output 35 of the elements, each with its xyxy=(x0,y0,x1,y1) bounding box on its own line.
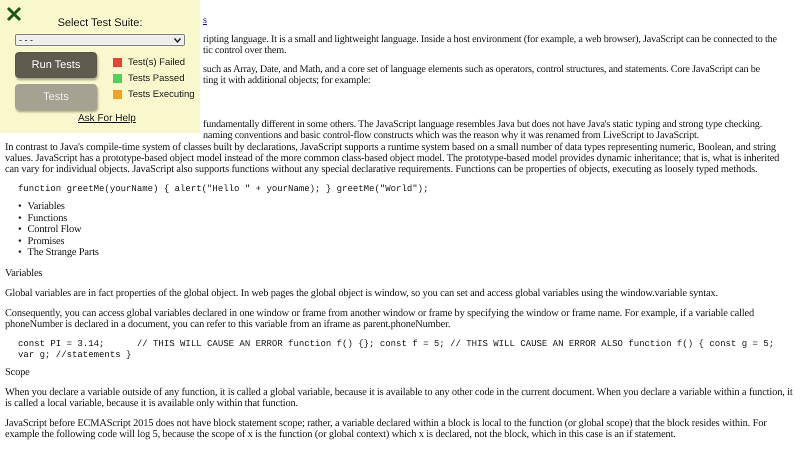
paragraph: Global variables are in fact properties of the global object. In web pages the global object is window, so you can set and access global variables using the window.variable syntax. xyxy=(5,288,719,298)
close-icon[interactable] xyxy=(6,6,22,22)
legend-label: Tests Executing xyxy=(128,88,195,100)
paragraph-line: ting it with additional objects; for example: xyxy=(203,75,372,86)
nav-link[interactable]: s xyxy=(203,15,207,26)
bullet-marker: • xyxy=(18,247,22,258)
list-item[interactable]: Variables xyxy=(28,201,65,212)
bullet-marker: • xyxy=(18,212,22,224)
code-text: function greetMe(yourName) { alert("Hello " + yourName); } greetMe("World"); xyxy=(18,184,430,195)
list-item[interactable]: Promises xyxy=(28,236,64,247)
paragraph-line: naming conventions and basic control-flow constructs which was the reason why it was renamed from LiveScript to JavaScript. xyxy=(203,130,700,142)
code-text: const PI = 3.14; // THIS WILL CAUSE AN ERROR function f() {}; const f = 5; // THIS WILL CAUSE AN ERROR ALSO function f() { const g = 5; var g; //statements } xyxy=(18,338,776,360)
run-tests-button[interactable]: Run Tests xyxy=(15,52,97,78)
help-link[interactable]: Ask For Help xyxy=(78,113,136,124)
bullet-marker: • xyxy=(18,201,22,212)
paragraph: JavaScript before ECMAScript 2015 does not have block statement scope; rather, a variable declared within a block is local to the function (or global scope) that the block resides within. For example the following code will log 5, because the scope of x is the function (or global context) which x is declared, not the block, which in this case is an if statement. xyxy=(5,418,768,440)
list-item[interactable]: The Strange Parts xyxy=(28,247,99,258)
paragraph: Consequently, you can access global variables declared in one window or frame from another window or frame by specifying the window or frame name. For example, if a variable called phoneNumber is declared in a document, you can refer to this variable from an iframe as parent.phoneNumber. xyxy=(5,308,756,330)
panel-title: Select Test Suite: xyxy=(56,17,144,29)
list-item[interactable]: Functions xyxy=(28,212,68,224)
bullet-marker: • xyxy=(18,236,22,247)
legend-label: Test(s) Failed xyxy=(128,56,186,68)
section-heading: Variables xyxy=(5,268,44,278)
paragraph: When you declare a variable outside of any function, it is called a global variable, because it is available to any other code in the current document. When you declare a variable within a function, it is called a local variable, because it is available only within that function. xyxy=(5,386,794,408)
paragraph-line: ripting language. It is a small and lightweight language. Inside a host environment (for example, a web browser), JavaScript can be connected to the xyxy=(203,34,778,45)
legend-label: Tests Passed xyxy=(128,72,184,84)
suite-select[interactable]: - - - xyxy=(15,34,185,46)
paragraph-line: such as Array, Date, and Math, and a core set of language elements such as operators, control structures, and statements. Core JavaScript can be xyxy=(203,64,761,75)
section-heading: Scope xyxy=(5,366,31,378)
paragraph-line: tic control over them. xyxy=(203,45,288,56)
paragraph: In contrast to Java's compile-time system of classes built by declarations, JavaScript supports a runtime system based on a small number of data types representing numeric, Boolean, and string values. JavaScript has a prototype-based object model instead of the more common class-based object model. The prototype-based model provides dynamic inheritance; that is, what is inherited can vary for individual objects. JavaScript also supports functions without any special declarative requirements. Functions can be properties of objects, executing as loosely typed methods. xyxy=(5,142,780,175)
bullet-marker: • xyxy=(18,224,22,236)
chevron-down-icon xyxy=(174,38,181,42)
paragraph-line: fundamentally different in some others. The JavaScript language resembles Java but does not have Java's static typing and strong type checking. xyxy=(203,118,764,130)
list-item[interactable]: Control Flow xyxy=(28,224,82,236)
